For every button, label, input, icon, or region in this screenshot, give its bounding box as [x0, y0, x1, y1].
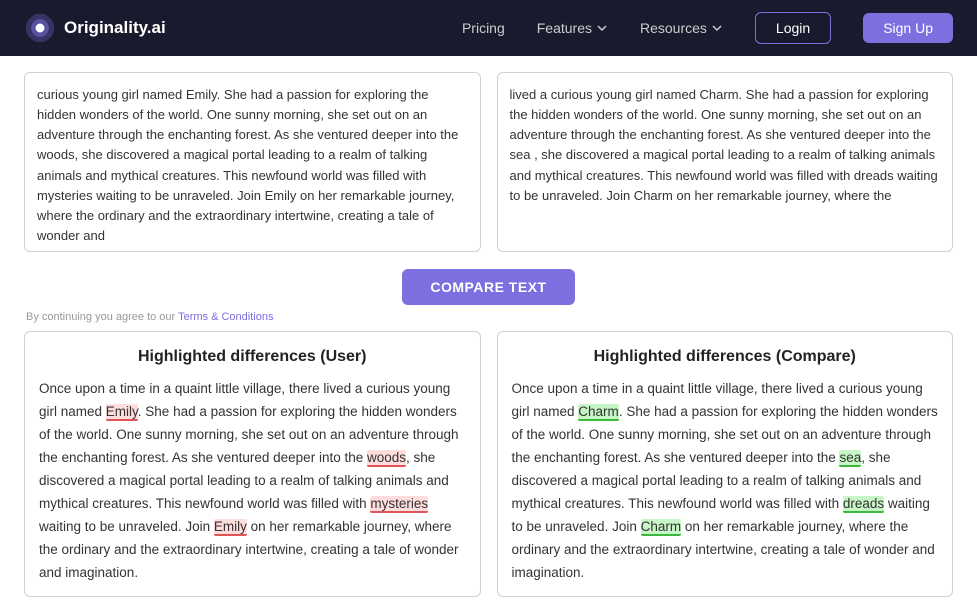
diff-title-left: Highlighted differences (User)	[39, 348, 466, 366]
diff-text-right: Once upon a time in a quaint little vill…	[512, 378, 939, 584]
diff-right-highlight-charm-1: Charm	[578, 404, 619, 421]
diff-left-highlight-mysteries: mysteries	[370, 496, 428, 513]
diff-right-highlight-dreads: dreads	[843, 496, 884, 513]
diff-panel-left: Highlighted differences (User) Once upon…	[24, 331, 481, 597]
brand-icon	[24, 12, 56, 44]
diff-right-highlight-sea: sea	[839, 450, 861, 467]
diff-left-highlight-woods: woods	[367, 450, 406, 467]
left-textarea[interactable]	[24, 72, 481, 252]
diff-title-right: Highlighted differences (Compare)	[512, 348, 939, 366]
terms-text: By continuing you agree to our Terms & C…	[26, 311, 273, 323]
compare-area: COMPARE TEXT By continuing you agree to …	[24, 269, 953, 323]
nav-features[interactable]: Features	[537, 20, 608, 36]
login-button[interactable]: Login	[755, 12, 831, 44]
diff-left-highlight-emily-1: Emily	[106, 404, 138, 421]
diff-left-highlight-emily-2: Emily	[214, 519, 247, 536]
diff-text-left: Once upon a time in a quaint little vill…	[39, 378, 466, 584]
navbar: Originality.ai Pricing Features Resource…	[0, 0, 977, 56]
diff-left-part-3: waiting to be unraveled. Join	[39, 519, 214, 534]
diff-panel-right: Highlighted differences (Compare) Once u…	[497, 331, 954, 597]
main-content: COMPARE TEXT By continuing you agree to …	[0, 56, 977, 597]
compare-button[interactable]: COMPARE TEXT	[402, 269, 574, 305]
nav-pricing[interactable]: Pricing	[462, 20, 505, 36]
terms-link[interactable]: Terms & Conditions	[178, 311, 273, 323]
right-textarea-wrapper	[497, 72, 954, 257]
brand-logo[interactable]: Originality.ai	[24, 12, 166, 44]
resources-chevron-icon	[711, 22, 723, 34]
nav-resources[interactable]: Resources	[640, 20, 723, 36]
diffs-row: Highlighted differences (User) Once upon…	[24, 331, 953, 597]
diff-right-highlight-charm-2: Charm	[641, 519, 682, 536]
left-textarea-wrapper	[24, 72, 481, 257]
brand-name: Originality.ai	[64, 18, 166, 38]
right-textarea[interactable]	[497, 72, 954, 252]
features-chevron-icon	[596, 22, 608, 34]
signup-button[interactable]: Sign Up	[863, 13, 953, 43]
textareas-row	[24, 72, 953, 257]
